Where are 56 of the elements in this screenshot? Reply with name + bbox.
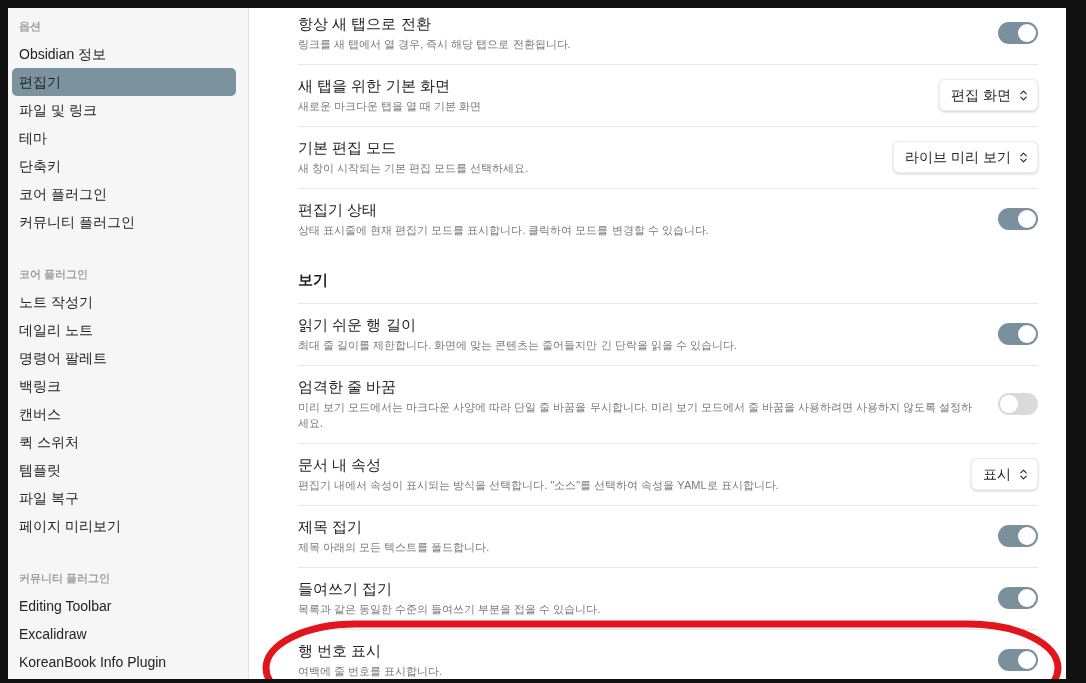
setting-description: 새 창이 시작되는 기본 편집 모드를 선택하세요. bbox=[298, 161, 530, 176]
sidebar-item[interactable]: 명령어 팔레트 bbox=[12, 344, 236, 372]
setting-description: 최대 줄 길이를 제한합니다. 화면에 맞는 콘텐츠는 줄어들지만 긴 단락을 읽을 수 있습니다. bbox=[298, 338, 738, 353]
sidebar-item[interactable]: 코어 플러그인 bbox=[12, 180, 236, 208]
setting-description: 링크를 새 탭에서 열 경우, 즉시 해당 탭으로 전환됩니다. bbox=[298, 37, 572, 52]
setting-title: 편집기 상태 bbox=[298, 200, 379, 220]
setting-description: 여백에 줄 번호를 표시합니다. bbox=[298, 664, 444, 679]
sidebar-item[interactable]: 노트 작성기 bbox=[12, 288, 236, 316]
chevron-up-down-icon bbox=[1017, 88, 1030, 102]
setting-description: 미리 보기 모드에서는 마크다운 사양에 따라 단일 줄 바꿈을 무시합니다. 미리 보기 모드에서 줄 바꿈을 사용하려면 사용하지 않도록 설정하세요. bbox=[298, 400, 974, 431]
sidebar-item[interactable]: KoreanBook Info Plugin bbox=[12, 648, 236, 676]
toggle-switch[interactable] bbox=[998, 587, 1038, 609]
setting-title: 제목 접기 bbox=[298, 517, 364, 537]
toggle-switch[interactable] bbox=[998, 525, 1038, 547]
toggle-switch[interactable] bbox=[998, 22, 1038, 44]
setting-title: 행 번호 표시 bbox=[298, 641, 383, 661]
setting-title: 읽기 쉬운 행 길이 bbox=[298, 315, 417, 335]
sidebar-item[interactable]: 파일 및 링크 bbox=[12, 96, 236, 124]
setting-title: 문서 내 속성 bbox=[298, 455, 383, 475]
setting-description: 새로운 마크다운 탭을 열 때 기본 화면 bbox=[298, 99, 483, 114]
setting-title: 기본 편집 모드 bbox=[298, 138, 398, 158]
sidebar-item[interactable]: Editing Toolbar bbox=[12, 592, 236, 620]
sidebar-group-heading: 커뮤니티 플러그인 bbox=[18, 571, 112, 586]
setting-title: 항상 새 탭으로 전환 bbox=[298, 14, 432, 34]
setting-description: 제목 아래의 모든 텍스트를 폴드합니다. bbox=[298, 540, 491, 555]
chevron-up-down-icon bbox=[1017, 467, 1030, 481]
setting-title: 새 탭을 위한 기본 화면 bbox=[298, 76, 451, 96]
setting-description: 목록과 같은 동일한 수준의 들여쓰기 부분을 접을 수 있습니다. bbox=[298, 602, 602, 617]
sidebar-group-heading: 옵션 bbox=[18, 19, 42, 34]
dropdown-select[interactable]: 편집 화면 bbox=[939, 79, 1038, 111]
setting-description: 편집기 내에서 속성이 표시되는 방식을 선택합니다. "소스"를 선택하여 속성을 YAML로 표시합니다. bbox=[298, 478, 780, 493]
sidebar-item[interactable]: 테마 bbox=[12, 124, 236, 152]
setting-title: 엄격한 줄 바꿈 bbox=[298, 377, 398, 397]
dropdown-select[interactable]: 라이브 미리 보기 bbox=[893, 141, 1038, 173]
sidebar-item[interactable]: 편집기 bbox=[12, 68, 236, 96]
sidebar-item[interactable]: 퀵 스위처 bbox=[12, 428, 236, 456]
toggle-switch[interactable] bbox=[998, 323, 1038, 345]
setting-description: 상태 표시줄에 현재 편집기 모드를 표시합니다. 클릭하여 모드를 변경할 수 있습니다. bbox=[298, 223, 710, 238]
setting-title: 들여쓰기 접기 bbox=[298, 579, 394, 599]
sidebar-item[interactable]: 데일리 노트 bbox=[12, 316, 236, 344]
sidebar-item[interactable]: Obsidian 정보 bbox=[12, 40, 236, 68]
sidebar-item[interactable]: 템플릿 bbox=[12, 456, 236, 484]
sidebar-item[interactable]: 커뮤니티 플러그인 bbox=[12, 208, 236, 236]
chevron-up-down-icon bbox=[1017, 150, 1030, 164]
sidebar-item[interactable]: 캔버스 bbox=[12, 400, 236, 428]
section-heading: 보기 bbox=[298, 250, 1038, 304]
sidebar-item[interactable]: 단축키 bbox=[12, 152, 236, 180]
sidebar-item[interactable]: 백링크 bbox=[12, 372, 236, 400]
sidebar-group-heading: 코어 플러그인 bbox=[18, 267, 90, 282]
dropdown-select[interactable]: 표시 bbox=[971, 458, 1038, 490]
sidebar-item[interactable]: 페이지 미리보기 bbox=[12, 512, 236, 540]
sidebar-item[interactable]: Excalidraw bbox=[12, 620, 236, 648]
sidebar-item[interactable]: 파일 복구 bbox=[12, 484, 236, 512]
toggle-switch[interactable] bbox=[998, 208, 1038, 230]
toggle-switch[interactable] bbox=[998, 649, 1038, 671]
toggle-switch[interactable] bbox=[998, 393, 1038, 415]
